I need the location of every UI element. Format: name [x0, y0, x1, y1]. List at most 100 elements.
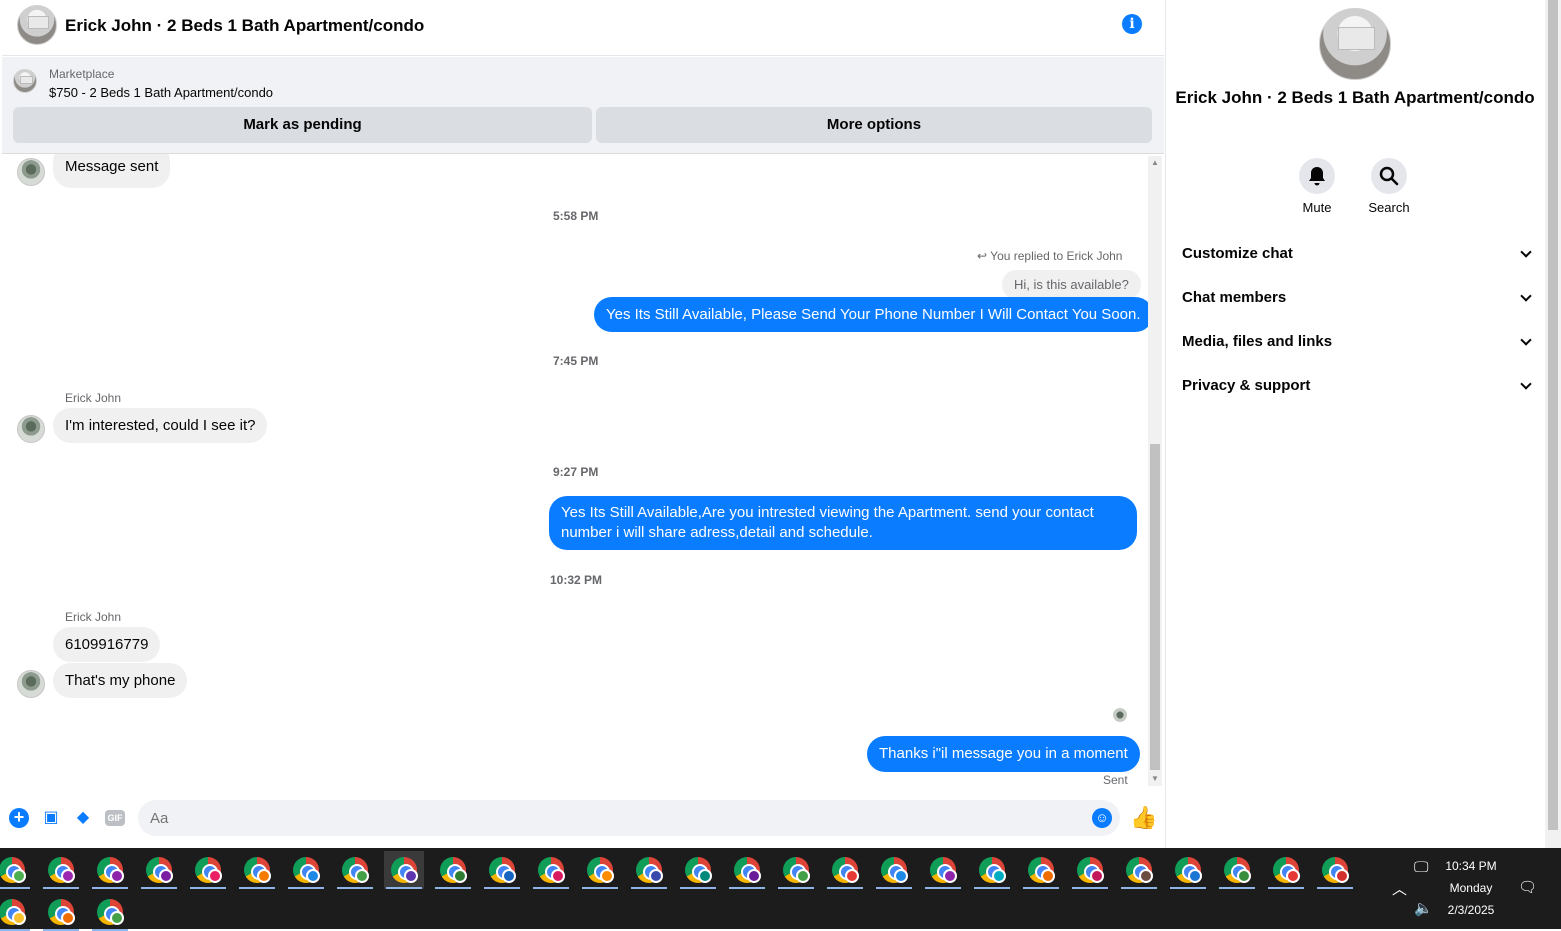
- avatar[interactable]: [17, 415, 45, 443]
- section-privacy-support[interactable]: Privacy & support: [1182, 366, 1532, 406]
- marketplace-label: Marketplace: [49, 67, 115, 81]
- chrome-taskbar-icon[interactable]: [580, 851, 620, 889]
- clock-day[interactable]: Monday: [1440, 881, 1502, 895]
- chrome-taskbar-icon[interactable]: [433, 851, 473, 889]
- running-indicator: [1317, 887, 1353, 889]
- chrome-taskbar-icon[interactable]: [384, 851, 424, 889]
- message-input[interactable]: [138, 800, 1120, 836]
- message-bubble-outgoing[interactable]: Thanks i"il message you in a moment: [867, 736, 1140, 772]
- chevron-down-icon: [1520, 334, 1532, 346]
- reply-icon: ↩: [977, 249, 991, 263]
- mute-button[interactable]: Mute: [1282, 158, 1352, 215]
- listing-avatar[interactable]: [17, 5, 57, 45]
- plus-icon[interactable]: +: [9, 808, 29, 828]
- chevron-up-icon[interactable]: ︿: [1392, 878, 1407, 899]
- profile-badge-icon: [355, 869, 369, 883]
- profile-badge-icon: [453, 869, 467, 883]
- clock-time[interactable]: 10:34 PM: [1440, 859, 1502, 873]
- chrome-taskbar-icon[interactable]: [629, 851, 669, 889]
- page-scrollbar[interactable]: [1545, 0, 1561, 848]
- page-scroll-thumb[interactable]: [1548, 0, 1558, 830]
- mark-as-pending-button[interactable]: Mark as pending: [13, 107, 592, 143]
- messages-scrollbar[interactable]: ▲ ▼: [1148, 156, 1162, 786]
- message-bubble-incoming[interactable]: 6109916779: [53, 627, 161, 662]
- chrome-taskbar-icon[interactable]: [1021, 851, 1061, 889]
- message-bubble-incoming[interactable]: That's my phone: [53, 663, 188, 698]
- thumbs-up-icon[interactable]: 👍: [1130, 805, 1157, 831]
- message-bubble-outgoing[interactable]: Yes Its Still Available, Please Send You…: [594, 297, 1153, 332]
- timestamp: 10:32 PM: [550, 573, 603, 587]
- gif-icon[interactable]: GIF: [105, 810, 125, 826]
- section-label: Customize chat: [1182, 245, 1293, 262]
- network-icon[interactable]: 🖵: [1414, 859, 1428, 876]
- chrome-taskbar-icon[interactable]: [825, 851, 865, 889]
- chrome-taskbar-icon[interactable]: [286, 851, 326, 889]
- running-indicator: [1268, 887, 1304, 889]
- profile-badge-icon: [1237, 869, 1251, 883]
- info-icon[interactable]: i: [1122, 14, 1142, 34]
- chevron-down-icon: [1520, 246, 1532, 258]
- chrome-taskbar-icon[interactable]: [237, 851, 277, 889]
- chrome-taskbar-icon[interactable]: [41, 851, 81, 889]
- chrome-taskbar-icon[interactable]: [0, 893, 32, 931]
- scroll-down-arrow[interactable]: ▼: [1150, 774, 1160, 783]
- running-indicator: [582, 887, 618, 889]
- avatar[interactable]: [17, 670, 45, 698]
- profile-avatar[interactable]: [1319, 8, 1391, 80]
- notifications-icon[interactable]: 🗨: [1518, 878, 1537, 896]
- chrome-taskbar-icon[interactable]: [482, 851, 522, 889]
- chrome-taskbar-icon[interactable]: [972, 851, 1012, 889]
- profile-badge-icon: [747, 869, 761, 883]
- chrome-taskbar-icon[interactable]: [90, 851, 130, 889]
- search-label: Search: [1368, 200, 1410, 215]
- chrome-taskbar-icon[interactable]: [335, 851, 375, 889]
- chrome-taskbar-icon[interactable]: [0, 851, 32, 889]
- sticker-icon[interactable]: ◆: [73, 808, 93, 828]
- listing-title[interactable]: $750 - 2 Beds 1 Bath Apartment/condo: [49, 85, 273, 100]
- chrome-taskbar-icon[interactable]: [923, 851, 963, 889]
- conversation-info-panel: Erick John · 2 Beds 1 Bath Apartment/con…: [1165, 0, 1545, 848]
- scroll-thumb[interactable]: [1150, 444, 1160, 770]
- running-indicator: [827, 887, 863, 889]
- chrome-taskbar-icon[interactable]: [139, 851, 179, 889]
- messenger-app: Erick John · 2 Beds 1 Bath Apartment/con…: [0, 0, 1561, 848]
- profile-badge-icon: [257, 869, 271, 883]
- running-indicator: [239, 887, 275, 889]
- section-media-files-links[interactable]: Media, files and links: [1182, 322, 1532, 362]
- sent-status: Sent: [1103, 773, 1128, 787]
- chrome-taskbar-icon[interactable]: [1119, 851, 1159, 889]
- message-bubble-incoming[interactable]: Message sent: [53, 154, 171, 188]
- chrome-taskbar-icon[interactable]: [1217, 851, 1257, 889]
- section-chat-members[interactable]: Chat members: [1182, 278, 1532, 318]
- chrome-taskbar-icon[interactable]: [1070, 851, 1110, 889]
- chat-title[interactable]: Erick John · 2 Beds 1 Bath Apartment/con…: [65, 16, 424, 36]
- photo-icon[interactable]: ▣: [41, 808, 61, 828]
- scroll-up-arrow[interactable]: ▲: [1150, 158, 1160, 167]
- chrome-taskbar-icon[interactable]: [1266, 851, 1306, 889]
- volume-icon[interactable]: 🔈: [1414, 899, 1433, 917]
- chrome-taskbar-icon[interactable]: [874, 851, 914, 889]
- listing-thumbnail[interactable]: [13, 69, 37, 93]
- emoji-icon[interactable]: ☺: [1092, 808, 1112, 828]
- message-bubble-outgoing[interactable]: Yes Its Still Available,Are you intreste…: [549, 496, 1137, 550]
- composer: + ▣ ◆ GIF ☺ 👍: [2, 789, 1164, 848]
- avatar[interactable]: [17, 158, 45, 186]
- chrome-taskbar-icon[interactable]: [90, 893, 130, 931]
- chrome-taskbar-icon[interactable]: [678, 851, 718, 889]
- replied-message-quote[interactable]: Hi, is this available?: [1002, 270, 1141, 299]
- running-indicator: [484, 887, 520, 889]
- chrome-taskbar-icon[interactable]: [1315, 851, 1355, 889]
- chrome-taskbar-icon[interactable]: [41, 893, 81, 931]
- chrome-taskbar-icon[interactable]: [531, 851, 571, 889]
- clock-date[interactable]: 2/3/2025: [1440, 903, 1502, 917]
- section-customize-chat[interactable]: Customize chat: [1182, 234, 1532, 274]
- chrome-taskbar-icon[interactable]: [188, 851, 228, 889]
- message-bubble-incoming[interactable]: I'm interested, could I see it?: [53, 408, 268, 443]
- running-indicator: [1121, 887, 1157, 889]
- running-indicator: [876, 887, 912, 889]
- chrome-taskbar-icon[interactable]: [727, 851, 767, 889]
- more-options-button[interactable]: More options: [596, 107, 1152, 143]
- chrome-taskbar-icon[interactable]: [1168, 851, 1208, 889]
- search-button[interactable]: Search: [1354, 158, 1424, 215]
- chrome-taskbar-icon[interactable]: [776, 851, 816, 889]
